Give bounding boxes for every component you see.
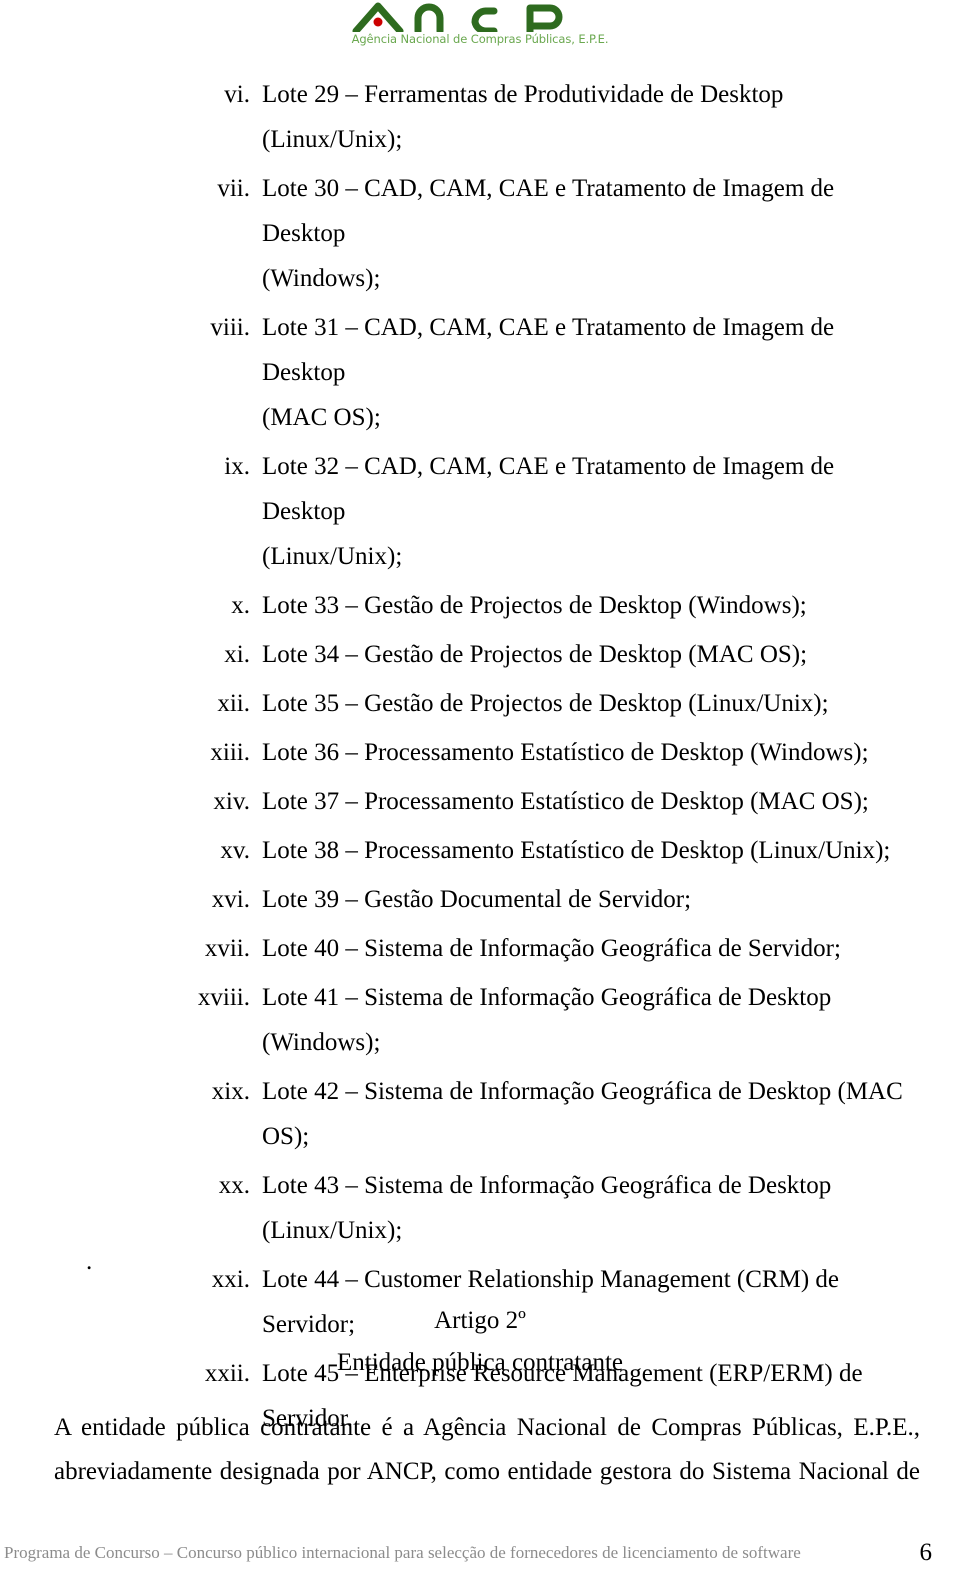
list-item: xx. Lote 43 – Sistema de Informação Geog… — [0, 1163, 960, 1253]
list-item-marker: viii. — [210, 314, 250, 341]
body-line-1: A entidade pública contratante é a Agênc… — [54, 1414, 920, 1441]
list-item-text: Lote 40 – Sistema de Informação Geográfi… — [262, 926, 920, 971]
list-item: vii. Lote 30 – CAD, CAM, CAE e Tratament… — [0, 166, 960, 301]
article-subheading: Entidade pública contratante — [337, 1349, 623, 1376]
list-item-marker: xvii. — [204, 935, 250, 962]
list-item-primary: Lote 35 – Gestão de Projectos de Desktop… — [262, 690, 829, 717]
list-item-continuation: (Windows); — [262, 265, 381, 292]
list-item-primary: Lote 41 – Sistema de Informação Geográfi… — [262, 984, 832, 1011]
list-item: xvi. Lote 39 – Gestão Documental de Serv… — [0, 877, 960, 922]
list-item-primary: Lote 36 – Processamento Estatístico de D… — [262, 739, 869, 766]
body-paragraph: A entidade pública contratante é a Agênc… — [54, 1406, 920, 1494]
list-item-primary: Lote 34 – Gestão de Projectos de Desktop… — [262, 641, 808, 668]
list-item-marker: xiv. — [213, 788, 250, 815]
article-heading: Artigo 2º — [434, 1307, 526, 1334]
list-item: xvii. Lote 40 – Sistema de Informação Ge… — [0, 926, 960, 971]
list-item: xix. Lote 42 – Sistema de Informação Geo… — [0, 1069, 960, 1159]
list-item: xii. Lote 35 – Gestão de Projectos de De… — [0, 681, 960, 726]
list-item-marker: xiii. — [210, 739, 250, 766]
footer-document-title: Programa de Concurso – Concurso público … — [4, 1543, 801, 1562]
list-item: x. Lote 33 – Gestão de Projectos de Desk… — [0, 583, 960, 628]
list-item-marker: vi. — [224, 81, 250, 108]
list-item-marker: x. — [231, 592, 250, 619]
list-item-continuation: (Linux/Unix); — [262, 1217, 403, 1244]
list-item-text: Lote 35 – Gestão de Projectos de Desktop… — [262, 681, 920, 726]
list-item-primary: Lote 33 – Gestão de Projectos de Desktop… — [262, 592, 807, 619]
list-item: xv. Lote 38 – Processamento Estatístico … — [0, 828, 960, 873]
list-item-primary: Lote 37 – Processamento Estatístico de D… — [262, 788, 869, 815]
list-item-marker: xviii. — [197, 984, 250, 1011]
list-item-text: Lote 38 – Processamento Estatístico de D… — [262, 828, 920, 873]
page-number: 6 — [919, 1539, 933, 1566]
list-item: ix. Lote 32 – CAD, CAM, CAE e Tratamento… — [0, 444, 960, 579]
list-item-primary: Lote 40 – Sistema de Informação Geográfi… — [262, 935, 841, 962]
list-item: vi. Lote 29 – Ferramentas de Produtivida… — [0, 72, 960, 162]
list-item-marker: vii. — [217, 175, 250, 202]
list-item-text: Lote 36 – Processamento Estatístico de D… — [262, 730, 920, 775]
list-item-primary: Lote 32 – CAD, CAM, CAE e Tratamento de … — [262, 453, 835, 525]
list-item-text: Lote 43 – Sistema de Informação Geográfi… — [262, 1163, 920, 1253]
list-item-marker: xvi. — [211, 886, 250, 913]
list-item-primary: Lote 44 – Customer Relationship Manageme… — [262, 1266, 839, 1293]
lot-list: vi. Lote 29 – Ferramentas de Produtivida… — [0, 72, 960, 1445]
list-item-text: Lote 31 – CAD, CAM, CAE e Tratamento de … — [262, 305, 920, 440]
list-item-continuation: (Windows); — [262, 1029, 381, 1056]
list-item-continuation: (Linux/Unix); — [262, 543, 403, 570]
list-item-marker: xii. — [217, 690, 250, 717]
logo-tagline: Agência Nacional de Compras Públicas, E.… — [351, 32, 609, 46]
list-item-marker: ix. — [224, 453, 250, 480]
list-item-marker: xx. — [218, 1172, 250, 1199]
page-header: Agência Nacional de Compras Públicas, E.… — [0, 0, 960, 62]
list-item-primary: Lote 39 – Gestão Documental de Servidor; — [262, 886, 692, 913]
list-item-text: Lote 42 – Sistema de Informação Geográfi… — [262, 1069, 920, 1159]
list-item: xviii. Lote 41 – Sistema de Informação G… — [0, 975, 960, 1065]
ancp-logo-icon — [352, 2, 563, 32]
list-item-primary: Lote 31 – CAD, CAM, CAE e Tratamento de … — [262, 314, 835, 386]
list-item-marker: xxi. — [211, 1266, 250, 1293]
list-item-continuation: (MAC OS); — [262, 404, 381, 431]
list-item-primary: Lote 29 – Ferramentas de Produtividade d… — [262, 81, 784, 153]
list-item-text: Lote 33 – Gestão de Projectos de Desktop… — [262, 583, 920, 628]
stray-period: . — [86, 1248, 93, 1275]
list-item-primary: Lote 42 – Sistema de Informação Geográfi… — [262, 1078, 903, 1105]
page-footer: Programa de Concurso – Concurso público … — [0, 1536, 960, 1578]
list-item-marker: xix. — [211, 1078, 250, 1105]
list-item-text: Lote 29 – Ferramentas de Produtividade d… — [262, 72, 920, 162]
list-item-text: Lote 41 – Sistema de Informação Geográfi… — [262, 975, 920, 1065]
list-item: xiii. Lote 36 – Processamento Estatístic… — [0, 730, 960, 775]
list-item-marker: xv. — [220, 837, 250, 864]
list-item-marker: xi. — [224, 641, 250, 668]
list-item: viii. Lote 31 – CAD, CAM, CAE e Tratamen… — [0, 305, 960, 440]
list-item-text: Lote 34 – Gestão de Projectos de Desktop… — [262, 632, 920, 677]
list-item: xi. Lote 34 – Gestão de Projectos de Des… — [0, 632, 960, 677]
list-item-primary: Lote 38 – Processamento Estatístico de D… — [262, 837, 891, 864]
list-item-text: Lote 30 – CAD, CAM, CAE e Tratamento de … — [262, 166, 920, 301]
list-item: xiv. Lote 37 – Processamento Estatístico… — [0, 779, 960, 824]
list-item-text: Lote 39 – Gestão Documental de Servidor; — [262, 877, 920, 922]
ancp-logo: Agência Nacional de Compras Públicas, E.… — [344, 2, 616, 46]
list-item-continuation: OS); — [262, 1123, 310, 1150]
list-item-text: Lote 32 – CAD, CAM, CAE e Tratamento de … — [262, 444, 920, 579]
list-item-primary: Lote 43 – Sistema de Informação Geográfi… — [262, 1172, 832, 1199]
list-item-text: Lote 37 – Processamento Estatístico de D… — [262, 779, 920, 824]
list-item-primary: Lote 30 – CAD, CAM, CAE e Tratamento de … — [262, 175, 835, 247]
body-line-2: abreviadamente designada por ANCP, como … — [54, 1458, 920, 1485]
